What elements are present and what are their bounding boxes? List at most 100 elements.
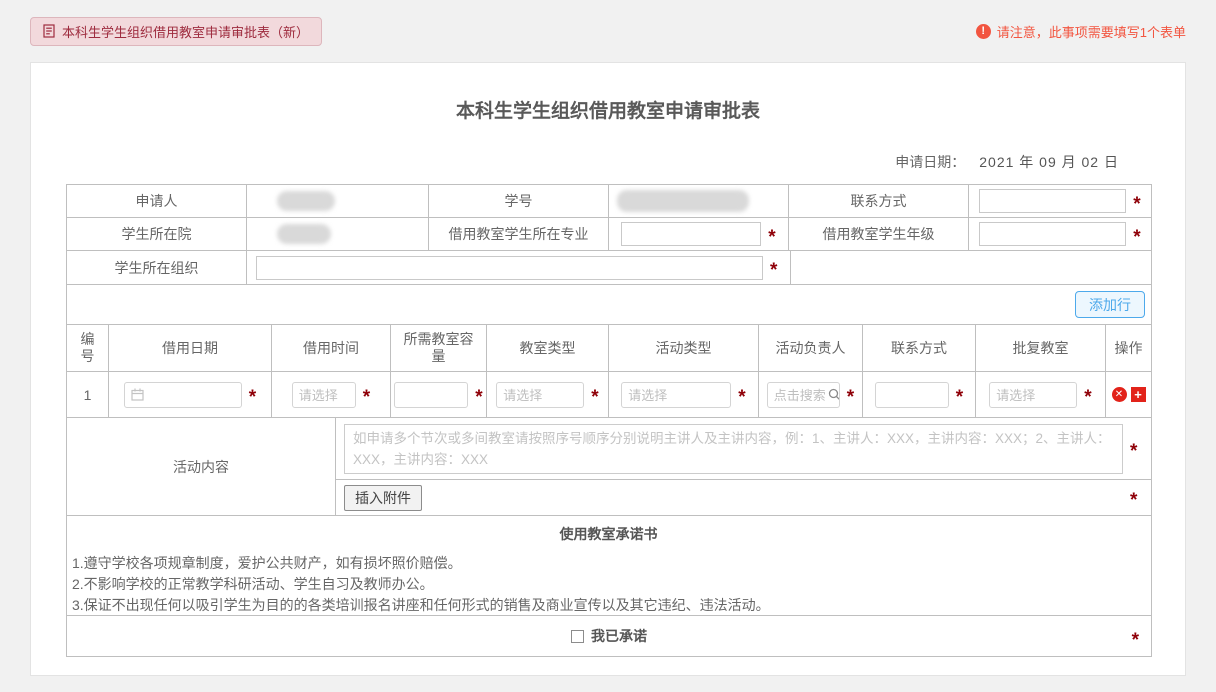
required-mark: *	[1130, 442, 1137, 461]
notice-text: 请注意，此事项需要填写1个表单	[997, 22, 1186, 41]
promise-checkbox-group[interactable]: 我已承诺	[571, 626, 647, 646]
required-mark: *	[738, 388, 745, 407]
activity-content-textarea[interactable]: 如申请多个节次或多间教室请按照序号顺序分别说明主讲人及主讲内容，例：1、主讲人：…	[344, 424, 1123, 474]
student-id-redacted-value	[617, 190, 749, 212]
major-label: 借用教室学生所在专业	[429, 218, 609, 250]
activity-section: 活动内容 如申请多个节次或多间教室请按照序号顺序分别说明主讲人及主讲内容，例：1…	[67, 418, 1151, 516]
promise-item-2: 2.不影响学校的正常教学科研活动、学生自习及教师办公。	[72, 574, 1145, 595]
required-mark: *	[956, 388, 963, 407]
college-redacted-value	[277, 224, 331, 244]
approved-classroom-cell: 请选择 *	[976, 372, 1106, 417]
document-icon	[43, 24, 55, 38]
col-header-activity-leader: 活动负责人	[759, 325, 863, 371]
promise-item-1: 1.遵守学校各项规章制度，爱护公共财产，如有损坏照价赔偿。	[72, 553, 1145, 574]
col-header-activity-type: 活动类型	[609, 325, 759, 371]
application-table: 申请人 学号 联系方式 * 学生所在院 借用教室学生所在专业 *	[66, 184, 1152, 657]
grade-input[interactable]	[979, 222, 1126, 246]
classroom-type-select[interactable]: 请选择	[496, 382, 584, 408]
required-mark: *	[1130, 491, 1137, 510]
required-mark: *	[363, 388, 370, 407]
add-row-button[interactable]: 添加行	[1075, 291, 1145, 318]
required-mark: *	[1132, 631, 1139, 650]
required-mark: *	[768, 228, 775, 247]
promise-checkbox[interactable]	[571, 630, 584, 643]
borrow-date-input[interactable]	[124, 382, 242, 408]
capacity-cell: *	[391, 372, 487, 417]
promise-checkbox-label: 我已承诺	[591, 626, 647, 646]
warning-icon: !	[976, 24, 991, 39]
organization-cell: *	[247, 251, 791, 284]
student-id-value-cell	[609, 185, 789, 217]
contact-cell: *	[969, 185, 1151, 217]
promise-section: 使用教室承诺书 1.遵守学校各项规章制度，爱护公共财产，如有损坏照价赔偿。 2.…	[67, 516, 1151, 616]
college-value-cell	[247, 218, 429, 250]
activity-content-cell: 如申请多个节次或多间教室请按照序号顺序分别说明主讲人及主讲内容，例：1、主讲人：…	[336, 418, 1151, 480]
leader-contact-input[interactable]	[875, 382, 949, 408]
contact-label: 联系方式	[789, 185, 969, 217]
promise-item-3: 3.保证不出现任何以吸引学生为目的的各类培训报名讲座和任何形式的销售及商业宣传以…	[72, 595, 1145, 616]
major-input[interactable]	[621, 222, 761, 246]
add-row-icon[interactable]: +	[1131, 387, 1146, 402]
form-tab-label: 本科生学生组织借用教室申请审批表（新）	[62, 22, 309, 41]
organization-input[interactable]	[256, 256, 763, 280]
promise-title: 使用教室承诺书	[72, 524, 1145, 544]
info-row-3: 学生所在组织 *	[67, 251, 1151, 285]
insert-attachment-button[interactable]: 插入附件	[344, 485, 422, 511]
row-index: 1	[67, 372, 109, 417]
required-mark: *	[249, 388, 256, 407]
col-header-operation: 操作	[1106, 325, 1151, 371]
tab-bar: 本科生学生组织借用教室申请审批表（新） ! 请注意，此事项需要填写1个表单	[0, 0, 1216, 62]
apply-date-row: 申请日期： 2021 年 09 月 02 日	[31, 152, 1185, 172]
required-mark: *	[847, 388, 854, 407]
college-label: 学生所在院	[67, 218, 247, 250]
form-card: 本科生学生组织借用教室申请审批表 申请日期：2021 年 09 月 02 日 申…	[30, 62, 1186, 676]
col-header-contact: 联系方式	[863, 325, 976, 371]
required-mark: *	[475, 388, 482, 407]
col-header-classroom-type: 教室类型	[487, 325, 609, 371]
student-id-label: 学号	[429, 185, 609, 217]
applicant-redacted-value	[277, 191, 335, 211]
calendar-icon	[131, 388, 144, 401]
required-mark: *	[1133, 195, 1140, 214]
delete-row-icon[interactable]: ✕	[1112, 387, 1127, 402]
grade-cell: *	[969, 218, 1151, 250]
activity-leader-search-input[interactable]: 点击搜索	[767, 382, 840, 408]
col-header-capacity: 所需教室容量	[391, 325, 487, 371]
empty-cell	[791, 251, 1151, 284]
col-header-borrow-time: 借用时间	[272, 325, 391, 371]
col-header-approved-classroom: 批复教室	[976, 325, 1106, 371]
promise-checkbox-row: 我已承诺 *	[67, 616, 1151, 656]
apply-date-label: 申请日期：	[895, 154, 965, 170]
operation-cell: ✕ +	[1106, 372, 1151, 417]
classroom-type-cell: 请选择 *	[487, 372, 609, 417]
activity-content-label: 活动内容	[67, 418, 336, 515]
applicant-label: 申请人	[67, 185, 247, 217]
add-row-strip: 添加行	[67, 285, 1151, 325]
required-mark: *	[1133, 228, 1140, 247]
activity-leader-cell: 点击搜索 *	[759, 372, 863, 417]
applicant-value-cell	[247, 185, 429, 217]
detail-header-row: 编号 借用日期 借用时间 所需教室容量 教室类型 活动类型 活动负责人 联系方式…	[67, 325, 1151, 372]
major-cell: *	[609, 218, 789, 250]
approved-classroom-select[interactable]: 请选择	[989, 382, 1077, 408]
activity-type-select[interactable]: 请选择	[621, 382, 731, 408]
borrow-date-cell: *	[109, 372, 272, 417]
info-row-2: 学生所在院 借用教室学生所在专业 * 借用教室学生年级 *	[67, 218, 1151, 251]
info-row-1: 申请人 学号 联系方式 *	[67, 185, 1151, 218]
capacity-input[interactable]	[394, 382, 468, 408]
activity-type-cell: 请选择 *	[609, 372, 759, 417]
grade-label: 借用教室学生年级	[789, 218, 969, 250]
apply-date-value: 2021 年 09 月 02 日	[979, 154, 1119, 170]
contact-input[interactable]	[979, 189, 1126, 213]
notice-banner: ! 请注意，此事项需要填写1个表单	[976, 22, 1186, 41]
leader-contact-cell: *	[863, 372, 976, 417]
form-tab[interactable]: 本科生学生组织借用教室申请审批表（新）	[30, 17, 322, 46]
detail-data-row: 1 * 请选择 * *	[67, 372, 1151, 418]
required-mark: *	[1084, 388, 1091, 407]
required-mark: *	[591, 388, 598, 407]
col-header-index: 编号	[67, 325, 109, 371]
search-icon	[828, 388, 840, 405]
attachment-cell: 插入附件 *	[336, 480, 1151, 515]
borrow-time-cell: 请选择 *	[272, 372, 391, 417]
borrow-time-select[interactable]: 请选择	[292, 382, 356, 408]
